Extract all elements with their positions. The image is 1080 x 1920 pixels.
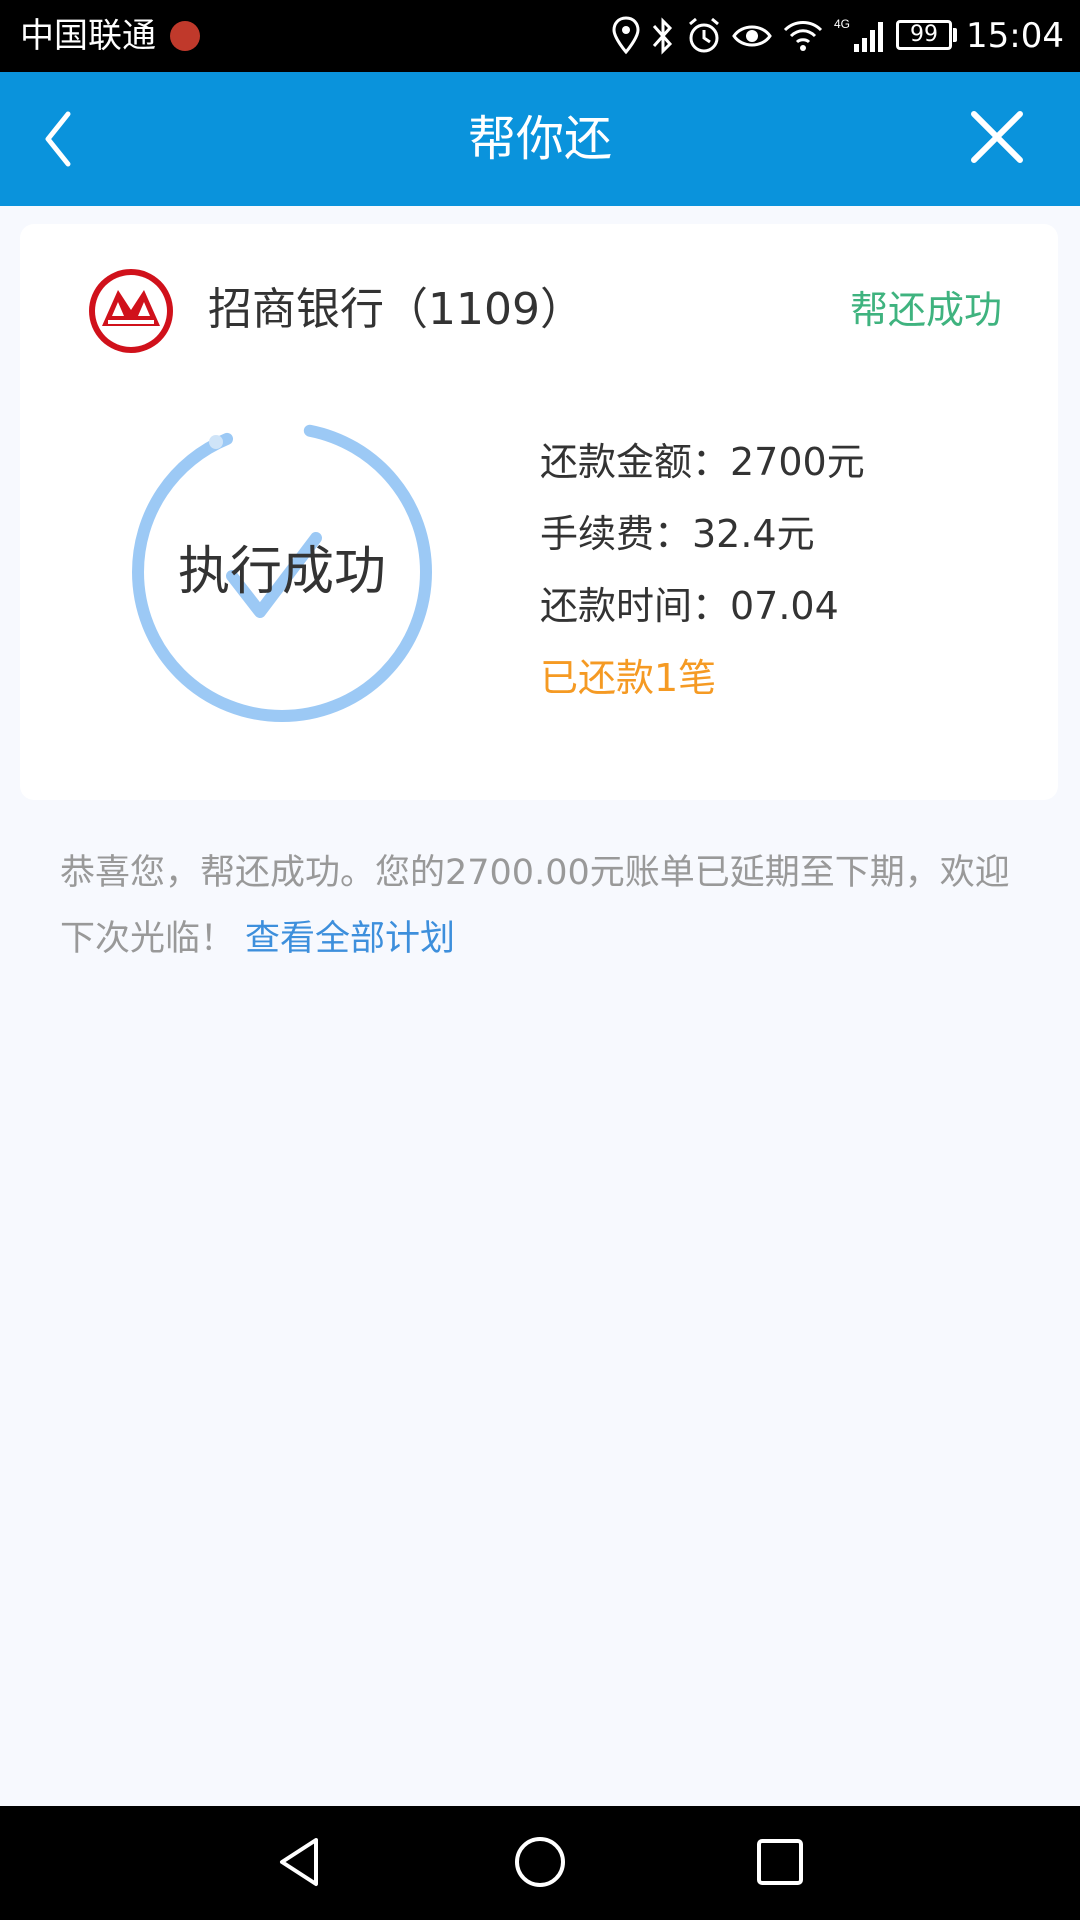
home-circle-icon[interactable]	[510, 1832, 570, 1892]
message-text: 恭喜您，帮还成功。您的2700.00元账单已延期至下期，欢迎下次光临！	[60, 853, 1010, 959]
eye-icon	[732, 25, 772, 47]
repay-amount: 还款金额：2700元	[540, 440, 865, 484]
repay-time: 还款时间：07.04	[540, 584, 839, 628]
close-button[interactable]	[958, 102, 1038, 176]
cmb-bank-logo-icon	[89, 269, 173, 353]
repayment-details: 还款金额：2700元 手续费：32.4元 还款时间：07.04 已还款1笔	[540, 426, 1040, 714]
carrier-badge-icon	[170, 21, 200, 51]
page-title: 帮你还	[467, 111, 612, 167]
battery-tip	[953, 28, 957, 42]
ring-label: 执行成功	[177, 542, 386, 602]
clock: 15:04	[966, 16, 1064, 56]
wifi-icon	[783, 21, 823, 51]
bank-name: 招商银行（1109）	[208, 284, 584, 335]
back-button[interactable]	[30, 102, 104, 176]
back-triangle-icon[interactable]	[270, 1832, 330, 1892]
battery-icon: 99	[896, 20, 952, 50]
nav-bar: 帮你还	[0, 72, 1080, 206]
repayment-card: 招商银行（1109） 帮还成功 执行成功 还款金额：2700元 手续费：32.4…	[20, 224, 1058, 800]
location-icon	[612, 16, 640, 55]
bluetooth-icon	[652, 17, 673, 55]
repaid-count: 已还款1笔	[540, 656, 717, 700]
carrier-name: 中国联通	[20, 16, 156, 56]
signal-4g-icon: 4G	[834, 17, 883, 52]
status-bar: 中国联通 4G 99 15:04	[0, 0, 1080, 72]
system-nav-bar	[0, 1806, 1080, 1920]
fee: 手续费：32.4元	[540, 512, 815, 556]
alarm-icon	[689, 17, 719, 53]
close-icon	[971, 111, 1023, 163]
success-message: 恭喜您，帮还成功。您的2700.00元账单已延期至下期，欢迎下次光临！ 查看全部计…	[60, 840, 1030, 972]
recents-square-icon[interactable]	[750, 1832, 810, 1892]
chevron-left-icon	[45, 111, 71, 167]
view-all-plans-link[interactable]: 查看全部计划	[245, 919, 455, 959]
svg-text:4G: 4G	[834, 17, 850, 31]
status-badge: 帮还成功	[850, 288, 1003, 332]
